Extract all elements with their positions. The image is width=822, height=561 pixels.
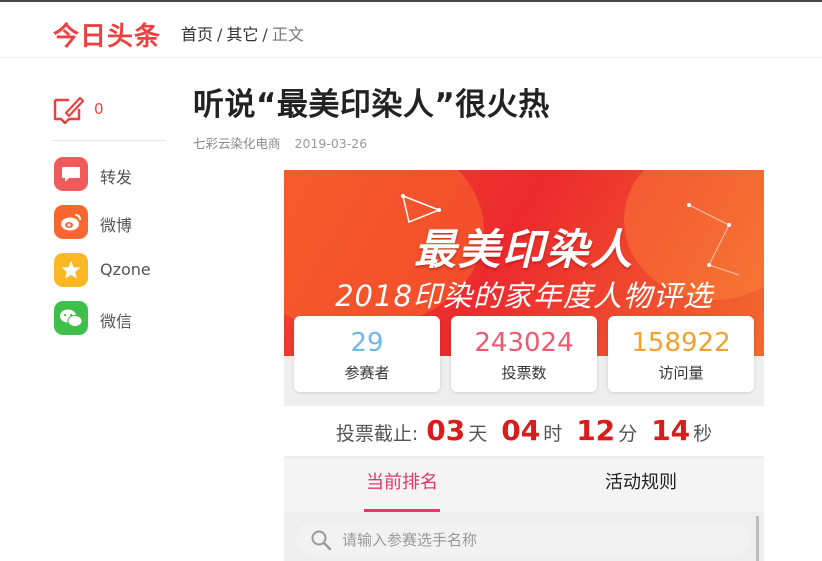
tab-activity-rules[interactable]: 活动规则 (605, 458, 677, 512)
article-title: 听说“最美印染人”很火热 (193, 87, 550, 123)
stat-card-participants: 29 参赛者 (294, 316, 440, 392)
stat-value: 29 (350, 328, 384, 358)
countdown-label: 投票截止: (335, 423, 419, 445)
comment-edit-icon (53, 96, 84, 125)
scrollbar[interactable] (756, 516, 759, 561)
stat-label: 参赛者 (344, 364, 390, 382)
countdown-days: 03 (426, 414, 466, 447)
poster-subheadline: 2018印染的家年度人物评选 (335, 279, 713, 313)
countdown-minutes-unit: 分 (618, 423, 638, 445)
stat-label: 访问量 (658, 364, 704, 382)
stat-card-votes: 243024 投票数 (451, 316, 597, 392)
vote-countdown: 投票截止: 03 天 04 时 12 分 14 秒 (284, 406, 764, 456)
poster-headline: 最美印染人 (413, 225, 634, 274)
stat-label: 投票数 (501, 364, 547, 382)
breadcrumb-separator: / (217, 25, 223, 44)
wechat-icon (54, 301, 88, 335)
countdown-days-unit: 天 (468, 423, 488, 445)
share-repost-label: 转发 (100, 168, 133, 187)
breadcrumb: 首页 / 其它 / 正文 (181, 21, 304, 45)
share-qzone-label: Qzone (100, 260, 151, 279)
stat-value: 158922 (631, 328, 731, 358)
share-weibo-label: 微博 (100, 216, 133, 235)
breadcrumb-home[interactable]: 首页 (181, 25, 213, 44)
stat-card-visits: 158922 访问量 (608, 316, 754, 392)
comment-count: 0 (94, 100, 104, 118)
sidebar-divider (52, 140, 166, 141)
breadcrumb-other[interactable]: 其它 (226, 25, 258, 44)
share-sidebar: 0 转发 微博 Qzone 微信 (52, 90, 166, 341)
breadcrumb-separator: / (262, 25, 268, 44)
share-qzone[interactable]: Qzone (52, 249, 166, 293)
toutiao-logo[interactable]: 今日头条 (53, 16, 161, 53)
countdown-minutes: 12 (576, 414, 616, 447)
article-poster-image: 最美印染人 2018印染的家年度人物评选 29 参赛者 243024 投票数 1… (284, 170, 764, 561)
article-meta: 七彩云染化电商 2019-03-26 (193, 133, 367, 152)
article-date: 2019-03-26 (294, 136, 368, 151)
share-wechat[interactable]: 微信 (52, 297, 166, 341)
top-header: 今日头条 首页 / 其它 / 正文 (0, 0, 822, 58)
stat-value: 243024 (474, 328, 574, 358)
poster-tabs: 当前排名 活动规则 (284, 458, 764, 512)
tab-current-ranking[interactable]: 当前排名 (364, 458, 440, 512)
share-weibo[interactable]: 微博 (52, 201, 166, 245)
qzone-star-icon (54, 253, 88, 287)
search-placeholder: 请输入参赛选手名称 (342, 531, 478, 549)
repost-icon (54, 157, 88, 191)
participant-search-input[interactable]: 请输入参赛选手名称 (296, 522, 750, 556)
share-wechat-label: 微信 (100, 312, 133, 331)
share-repost[interactable]: 转发 (52, 153, 166, 197)
search-icon (311, 530, 332, 551)
countdown-seconds: 14 (651, 414, 691, 447)
article-source[interactable]: 七彩云染化电商 (193, 136, 281, 151)
countdown-seconds-unit: 秒 (693, 423, 713, 445)
breadcrumb-current: 正文 (271, 25, 304, 44)
countdown-hours: 04 (501, 414, 541, 447)
weibo-icon (54, 205, 88, 239)
comment-button[interactable]: 0 (52, 90, 166, 136)
countdown-hours-unit: 时 (543, 423, 563, 445)
poster-stats: 29 参赛者 243024 投票数 158922 访问量 (294, 316, 754, 394)
